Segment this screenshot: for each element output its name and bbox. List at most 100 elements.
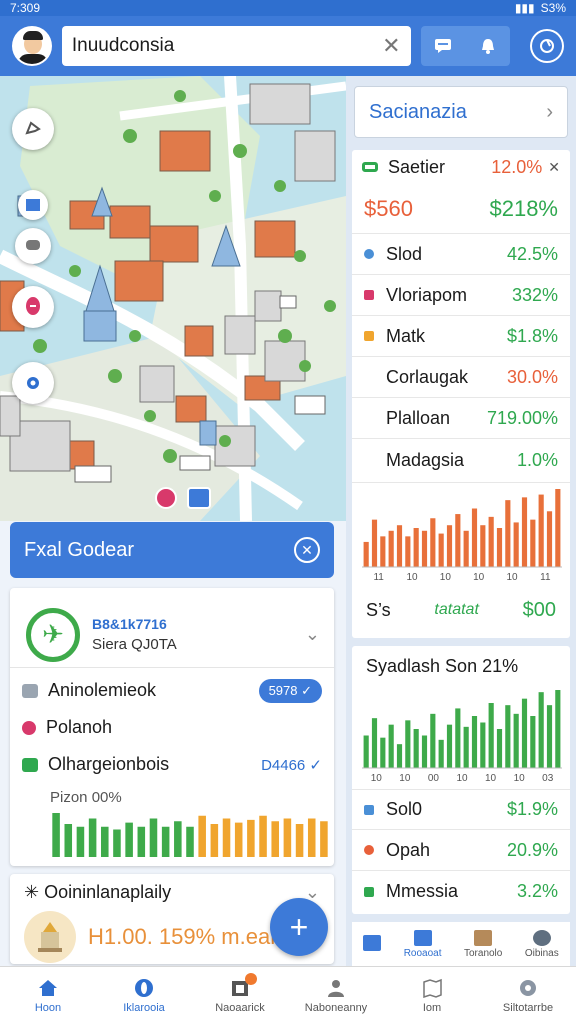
chart-bar <box>307 818 316 857</box>
flight-row[interactable]: Polanoh <box>22 709 322 746</box>
chart-bar <box>530 519 536 567</box>
filter-icon[interactable] <box>18 190 48 220</box>
chart-bar <box>455 708 461 768</box>
chart-bar <box>505 705 511 768</box>
layers-icon[interactable] <box>12 108 54 150</box>
chart-bar <box>430 518 436 567</box>
stats-row[interactable]: Corlaugak 30.0% <box>352 357 570 398</box>
chart-bar <box>396 744 403 768</box>
chart-bar <box>471 508 478 567</box>
chevron-down-icon[interactable]: ⌄ <box>305 624 320 645</box>
stats-row[interactable]: Plalloan 719.00% <box>352 398 570 439</box>
stats-row[interactable]: $560 $218% <box>352 184 570 234</box>
chart-bar <box>471 716 478 768</box>
summary-row[interactable]: Mmessia 3.2% <box>352 871 570 912</box>
summary-row-value: 20.9% <box>506 839 558 860</box>
nav-settings[interactable]: Siltotarrbe <box>483 977 573 1014</box>
chart-bar <box>538 692 544 768</box>
row-icon <box>22 757 38 772</box>
avatar[interactable] <box>12 26 52 66</box>
nav-explore[interactable]: Iklarooia <box>99 977 189 1014</box>
chart1-footer: S’s tatatat $00 <box>352 588 570 632</box>
chart-bar <box>413 729 419 768</box>
stats-row-value: $218% <box>489 195 558 221</box>
flight-row[interactable]: Aninolemieok 5978 ✓ <box>22 672 322 709</box>
location-value: Sacianazia <box>369 100 467 123</box>
appbar-actions <box>420 26 511 66</box>
nav-label: Iklarooia <box>123 1002 165 1014</box>
flight-row-badge[interactable]: 5978 ✓ <box>258 678 322 703</box>
mini-tab[interactable]: Oibinas <box>525 929 559 959</box>
stats-row[interactable]: Matk $1.8% <box>352 316 570 357</box>
chat-icon[interactable] <box>430 35 456 57</box>
nav-map[interactable]: Iom <box>387 977 477 1014</box>
chart-bar <box>271 821 279 857</box>
stats-row-value: 719.00% <box>486 407 558 428</box>
stats-row-value: $1.8% <box>506 325 558 346</box>
chart1-foot-left: S’s <box>366 599 391 620</box>
chart-bar <box>186 826 194 857</box>
chart-bar <box>295 824 304 857</box>
mini-tab-label: Toranolo <box>463 947 503 959</box>
mini-tab[interactable]: Toranolo <box>463 929 503 959</box>
flight-card-header[interactable]: ✈ B8&1k7716 Siera QJ0TA ⌄ <box>10 588 334 668</box>
chart-bar <box>380 737 386 768</box>
chart-bar <box>496 528 503 567</box>
chat-bubble-icon[interactable] <box>15 228 51 264</box>
close-icon[interactable]: ✕ <box>294 537 320 563</box>
summary-row-label: Mmessia <box>386 881 459 901</box>
location-icon[interactable] <box>12 362 54 404</box>
chart-tick-label: 11 <box>373 572 384 583</box>
city-map[interactable] <box>0 76 346 521</box>
flight-row[interactable]: Olhargeionbois D4466 ✓ <box>22 746 322 783</box>
location-select[interactable]: Sacianazia › <box>354 86 568 138</box>
chart-bar <box>371 718 378 768</box>
flight-code: B8&1k7716 <box>92 616 167 632</box>
chart-tick-label: 10 <box>485 773 497 784</box>
add-button[interactable]: + <box>270 898 328 956</box>
stats-card: Saetier 12.0% ✕ $560 $218% Slod 42.5% Vl… <box>352 150 570 638</box>
chart-bar <box>137 826 146 857</box>
chart-bar <box>463 726 469 768</box>
nav-label: Iom <box>422 1002 442 1014</box>
flight-row-value[interactable]: D4466 ✓ <box>261 756 322 774</box>
summary-row[interactable]: Opah 20.9% <box>352 830 570 871</box>
chart-bar <box>174 821 182 857</box>
stats-row[interactable]: Vloriapom 332% <box>352 275 570 316</box>
battery-level: S3% <box>540 1 566 15</box>
chart-bar <box>388 724 394 768</box>
summary-title: Syadlash Son 21% <box>366 655 519 676</box>
flight-row-label: Polanoh <box>46 717 113 737</box>
bell-icon[interactable] <box>475 35 501 57</box>
chart-bar <box>413 528 419 567</box>
stats-row-label: Madagsia <box>386 450 465 470</box>
pin-icon[interactable] <box>12 286 54 328</box>
green-bar-chart: 10 10 00 10 10 10 03 <box>362 690 562 784</box>
chart-bar <box>363 735 369 768</box>
summary-row[interactable]: Sol0 $1.9% <box>352 789 570 830</box>
chart-tick-label: 10 <box>371 773 383 784</box>
mini-tab[interactable] <box>363 935 382 953</box>
chart-bar <box>521 698 528 768</box>
flight-bar-chart <box>52 813 328 857</box>
flight-row-label: Olhargeionbois <box>48 754 170 774</box>
mini-tab[interactable]: Rooaoat <box>404 929 442 959</box>
search-input[interactable]: Inuudconsia ✕ <box>61 26 411 66</box>
stats-row[interactable]: Madagsia 1.0% <box>352 439 570 483</box>
chart-bar <box>198 815 206 857</box>
chart-bar <box>521 497 528 567</box>
ceremony-value: H1.00. 159% m.eam <box>88 924 289 949</box>
event-banner[interactable]: Fxal Godear ✕ <box>10 522 334 578</box>
stats-row[interactable]: Slod 42.5% <box>352 234 570 275</box>
close-icon[interactable]: ✕ <box>382 33 400 59</box>
help-icon[interactable] <box>530 29 564 63</box>
close-icon[interactable]: ✕ <box>548 159 560 176</box>
chart-bar <box>234 822 243 857</box>
chart-bar <box>76 826 85 857</box>
nav-home[interactable]: Hoon <box>3 977 93 1014</box>
event-banner-label: Fxal Godear <box>24 538 135 561</box>
nav-people[interactable]: Naboneanny <box>291 977 381 1014</box>
chart-tick-label: 10 <box>399 773 411 784</box>
nav-calendar[interactable]: Naoaarick <box>195 973 285 1014</box>
chart-bar <box>113 829 121 857</box>
